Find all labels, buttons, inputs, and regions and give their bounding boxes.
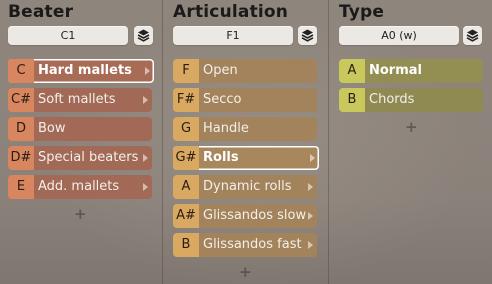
articulation-preset-field[interactable]: F1	[173, 26, 293, 45]
column-divider	[328, 0, 329, 284]
articulation-item-glissandos-slow[interactable]: A# Glissandos slow	[173, 204, 317, 228]
key-label: B	[339, 88, 365, 112]
key-label: F#	[173, 88, 199, 112]
type-column: Type A0 (w) A Normal B Chords +	[339, 0, 485, 284]
key-label: E	[8, 175, 34, 199]
column-title-articulation: Articulation	[173, 2, 289, 22]
type-stack-button[interactable]	[463, 26, 482, 45]
beater-stack-button[interactable]	[134, 26, 153, 45]
column-title-beater: Beater	[8, 2, 74, 22]
beater-column: Beater C1 C Hard mallets C# Soft mallets…	[8, 0, 154, 284]
layers-icon	[301, 29, 314, 42]
item-label: Normal	[369, 63, 422, 78]
articulation-item-dynamic-rolls[interactable]: A Dynamic rolls	[173, 175, 317, 199]
beater-item-add-mallets[interactable]: E Add. mallets	[8, 175, 152, 199]
beater-item-soft-mallets[interactable]: C# Soft mallets	[8, 88, 152, 112]
key-label: A	[339, 59, 365, 83]
beater-add-button[interactable]: +	[74, 205, 87, 223]
item-label: Soft mallets	[38, 92, 116, 107]
item-label: Hard mallets	[38, 63, 132, 78]
key-label: C	[8, 59, 34, 83]
key-label: F	[173, 59, 199, 83]
column-divider	[162, 0, 163, 284]
item-label: Dynamic rolls	[203, 179, 292, 194]
item-label: Glissandos slow	[203, 208, 307, 223]
articulation-add-button[interactable]: +	[239, 263, 252, 281]
articulation-column: Articulation F1 F Open F# Secco G Handle…	[173, 0, 319, 284]
type-item-chords[interactable]: B Chords	[339, 88, 483, 112]
articulation-item-handle[interactable]: G Handle	[173, 117, 317, 141]
beater-item-hard-mallets[interactable]: C Hard mallets	[8, 59, 154, 83]
beater-item-bow[interactable]: D Bow	[8, 117, 152, 141]
key-label: C#	[8, 88, 34, 112]
layers-icon	[466, 29, 479, 42]
beater-preset-field[interactable]: C1	[8, 26, 128, 45]
articulation-item-secco[interactable]: F# Secco	[173, 88, 317, 112]
chevron-right-icon	[143, 154, 148, 162]
chevron-right-icon	[310, 154, 315, 162]
beater-item-special-beaters[interactable]: D# Special beaters	[8, 146, 152, 170]
articulation-item-rolls[interactable]: G# Rolls	[173, 146, 319, 170]
key-label: D	[8, 117, 34, 141]
item-label: Open	[203, 63, 238, 78]
item-label: Glissandos fast	[203, 237, 302, 252]
key-label: D#	[8, 146, 34, 170]
chevron-right-icon	[308, 241, 313, 249]
chevron-right-icon	[143, 96, 148, 104]
type-preset-field[interactable]: A0 (w)	[339, 26, 459, 45]
chevron-right-icon	[145, 67, 150, 75]
item-label: Chords	[369, 92, 415, 107]
column-title-type: Type	[339, 2, 385, 22]
item-label: Rolls	[203, 150, 239, 165]
key-label: G#	[173, 146, 199, 170]
articulation-stack-button[interactable]	[298, 26, 317, 45]
key-label: A#	[173, 204, 199, 228]
type-add-button[interactable]: +	[405, 118, 418, 136]
chevron-right-icon	[308, 212, 313, 220]
key-label: B	[173, 233, 199, 257]
item-label: Add. mallets	[38, 179, 120, 194]
layers-icon	[137, 29, 150, 42]
articulation-item-glissandos-fast[interactable]: B Glissandos fast	[173, 233, 317, 257]
key-label: G	[173, 117, 199, 141]
item-label: Handle	[203, 121, 249, 136]
type-item-normal[interactable]: A Normal	[339, 59, 483, 83]
chevron-right-icon	[308, 183, 313, 191]
item-label: Special beaters	[38, 150, 139, 165]
key-label: A	[173, 175, 199, 199]
articulation-item-open[interactable]: F Open	[173, 59, 317, 83]
item-label: Secco	[203, 92, 242, 107]
item-label: Bow	[38, 121, 66, 136]
chevron-right-icon	[143, 183, 148, 191]
